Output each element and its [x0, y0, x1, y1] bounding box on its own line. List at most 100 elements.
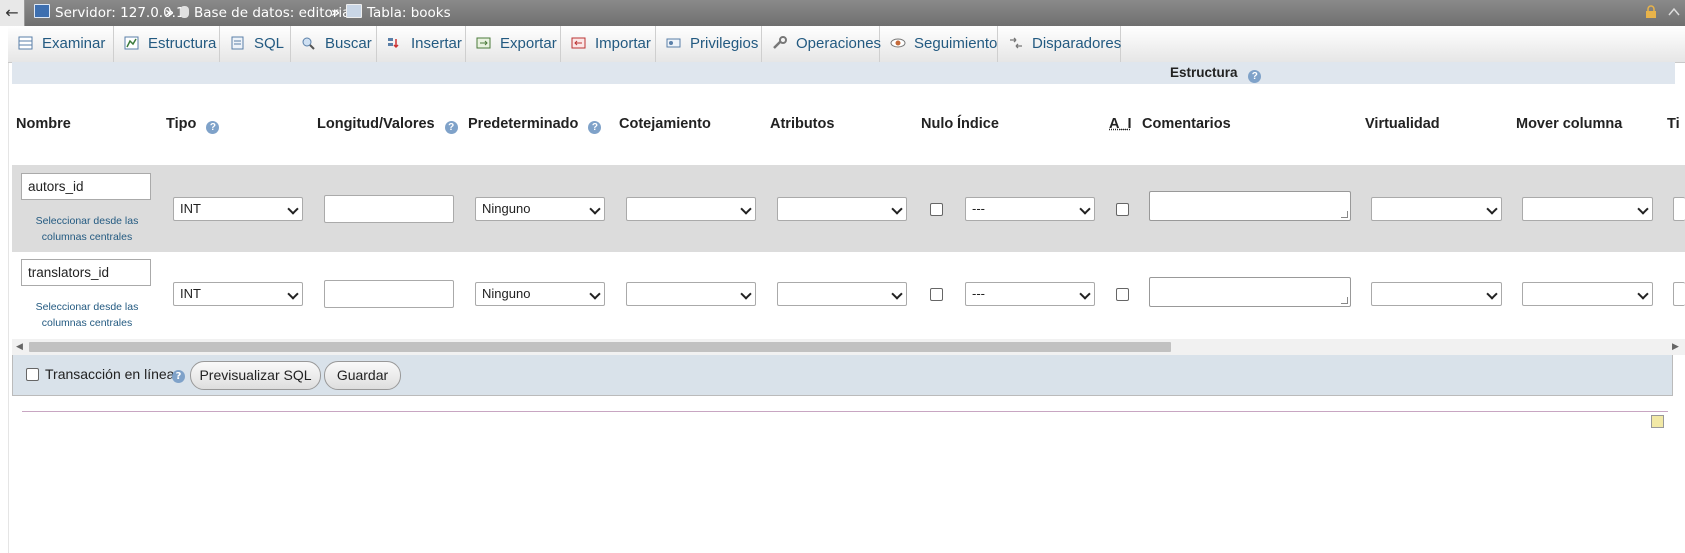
chevron-down-icon: [589, 203, 601, 215]
comments-textarea[interactable]: [1149, 191, 1351, 221]
select-value: INT: [180, 286, 201, 301]
tab-privilegios[interactable]: Privilegios: [656, 26, 762, 62]
type-select[interactable]: INT: [173, 282, 303, 306]
column-header-longitud: Longitud/Valores ?: [317, 116, 458, 134]
tab-label: Examinar: [42, 35, 106, 52]
tab-exportar[interactable]: Exportar: [466, 26, 561, 62]
select-central-columns-link[interactable]: Seleccionar desde las columnas centrales: [17, 299, 157, 331]
column-header-tipo: Tipo ?: [166, 116, 220, 134]
chevron-down-icon: [1079, 203, 1091, 215]
column-header-virtualidad: Virtualidad: [1365, 116, 1440, 132]
virtuality-select[interactable]: [1371, 197, 1502, 221]
scrollbar-thumb[interactable]: [29, 342, 1171, 352]
collapse-icon[interactable]: [1667, 5, 1681, 23]
chevron-down-icon: [1486, 288, 1498, 300]
tab-disparadores[interactable]: Disparadores: [998, 26, 1121, 62]
chevron-down-icon: [740, 203, 752, 215]
help-icon[interactable]: ?: [588, 121, 602, 134]
link-line: Seleccionar desde las: [35, 301, 139, 313]
structure-heading-label: Estructura: [1170, 65, 1238, 80]
column-name-input[interactable]: autors_id: [21, 173, 151, 200]
sql-icon: [230, 28, 246, 50]
attributes-select[interactable]: [777, 197, 907, 221]
default-select[interactable]: Ninguno: [475, 282, 605, 306]
column-header-ti: Ti: [1667, 116, 1680, 132]
chevron-down-icon: [1486, 203, 1498, 215]
column-header-mover: Mover columna: [1516, 116, 1623, 132]
index-select[interactable]: ---: [965, 282, 1095, 306]
collation-select[interactable]: [626, 197, 756, 221]
structure-header-band: [12, 62, 1675, 84]
select-value: Ninguno: [482, 286, 531, 301]
tab-buscar[interactable]: Buscar: [291, 26, 377, 62]
link-line: columnas centrales: [41, 231, 133, 243]
tab-operaciones[interactable]: Operaciones: [762, 26, 881, 62]
select-value: Ninguno: [482, 201, 531, 216]
breadcrumb-database[interactable]: Base de datos: editorial: [180, 0, 354, 26]
move-column-select[interactable]: [1522, 197, 1653, 221]
attributes-select[interactable]: [777, 282, 907, 306]
tab-examinar[interactable]: Examinar: [8, 26, 114, 62]
online-transaction-label: Transacción en línea: [45, 366, 175, 382]
column-header-ai: A_I: [1109, 116, 1132, 132]
scroll-left-arrow-icon[interactable]: ◀: [16, 342, 23, 352]
index-select[interactable]: ---: [965, 197, 1095, 221]
console-toggle-icon[interactable]: [1651, 415, 1664, 428]
online-transaction-checkbox[interactable]: [26, 368, 39, 381]
select-value: INT: [180, 201, 201, 216]
chevron-down-icon: [287, 203, 299, 215]
column-header-label: Longitud/Valores: [317, 116, 435, 132]
tab-insertar[interactable]: Insertar: [377, 26, 466, 62]
help-icon[interactable]: ?: [1248, 70, 1262, 83]
tab-label: Estructura: [148, 35, 217, 52]
null-checkbox[interactable]: [930, 288, 943, 301]
breadcrumb-server[interactable]: Servidor: 127.0.0.1: [34, 0, 185, 26]
null-checkbox[interactable]: [930, 203, 943, 216]
tab-label: Insertar: [411, 35, 462, 52]
chevron-down-icon: [1079, 288, 1091, 300]
column-header-label: Tipo: [166, 116, 197, 132]
tab-sql[interactable]: SQL: [220, 26, 291, 62]
help-icon[interactable]: ?: [444, 121, 458, 134]
select-value: ---: [972, 286, 985, 301]
help-icon[interactable]: ?: [206, 121, 220, 134]
tab-estructura[interactable]: Estructura: [114, 26, 220, 62]
column-header-nombre: Nombre: [16, 116, 71, 132]
structure-heading: Estructura ?: [1170, 65, 1262, 83]
breadcrumb-table[interactable]: Tabla: books: [346, 0, 451, 26]
auto-increment-checkbox[interactable]: [1116, 288, 1129, 301]
horizontal-scrollbar[interactable]: ◀ ▶: [12, 339, 1685, 355]
preview-sql-button[interactable]: Previsualizar SQL: [190, 361, 321, 390]
tab-seguimiento[interactable]: Seguimiento: [880, 26, 998, 62]
wrench-icon: [772, 28, 788, 49]
help-icon[interactable]: ?: [172, 370, 185, 383]
auto-increment-checkbox[interactable]: [1116, 203, 1129, 216]
default-select[interactable]: Ninguno: [475, 197, 605, 221]
comments-textarea[interactable]: [1149, 277, 1351, 307]
move-column-select[interactable]: [1522, 282, 1653, 306]
collation-select[interactable]: [626, 282, 756, 306]
column-header-atributos: Atributos: [770, 116, 835, 132]
tab-importar[interactable]: Importar: [561, 26, 656, 62]
breadcrumb-table-label: Tabla: books: [367, 5, 451, 21]
column-name-input[interactable]: translators_id: [21, 259, 151, 286]
ti-select[interactable]: [1673, 197, 1685, 221]
collapse-arrow-icon[interactable]: ←: [0, 0, 25, 26]
chevron-down-icon: [287, 288, 299, 300]
select-value: ---: [972, 201, 985, 216]
breadcrumb-separator: »: [331, 5, 341, 21]
structure-icon: [124, 28, 140, 50]
lock-icon[interactable]: [1644, 5, 1658, 23]
select-central-columns-link[interactable]: Seleccionar desde las columnas centrales: [17, 213, 157, 245]
ti-select[interactable]: [1673, 282, 1685, 306]
form-actions-bar: Transacción en línea ? Previsualizar SQL…: [12, 355, 1673, 396]
length-values-input[interactable]: [324, 195, 454, 223]
type-select[interactable]: INT: [173, 197, 303, 221]
column-header-nulo: Nulo: [921, 116, 954, 132]
server-icon: [34, 4, 50, 18]
virtuality-select[interactable]: [1371, 282, 1502, 306]
length-values-input[interactable]: [324, 280, 454, 308]
save-button[interactable]: Guardar: [324, 361, 401, 390]
scroll-right-arrow-icon[interactable]: ▶: [1672, 342, 1679, 352]
browse-icon: [18, 28, 34, 50]
